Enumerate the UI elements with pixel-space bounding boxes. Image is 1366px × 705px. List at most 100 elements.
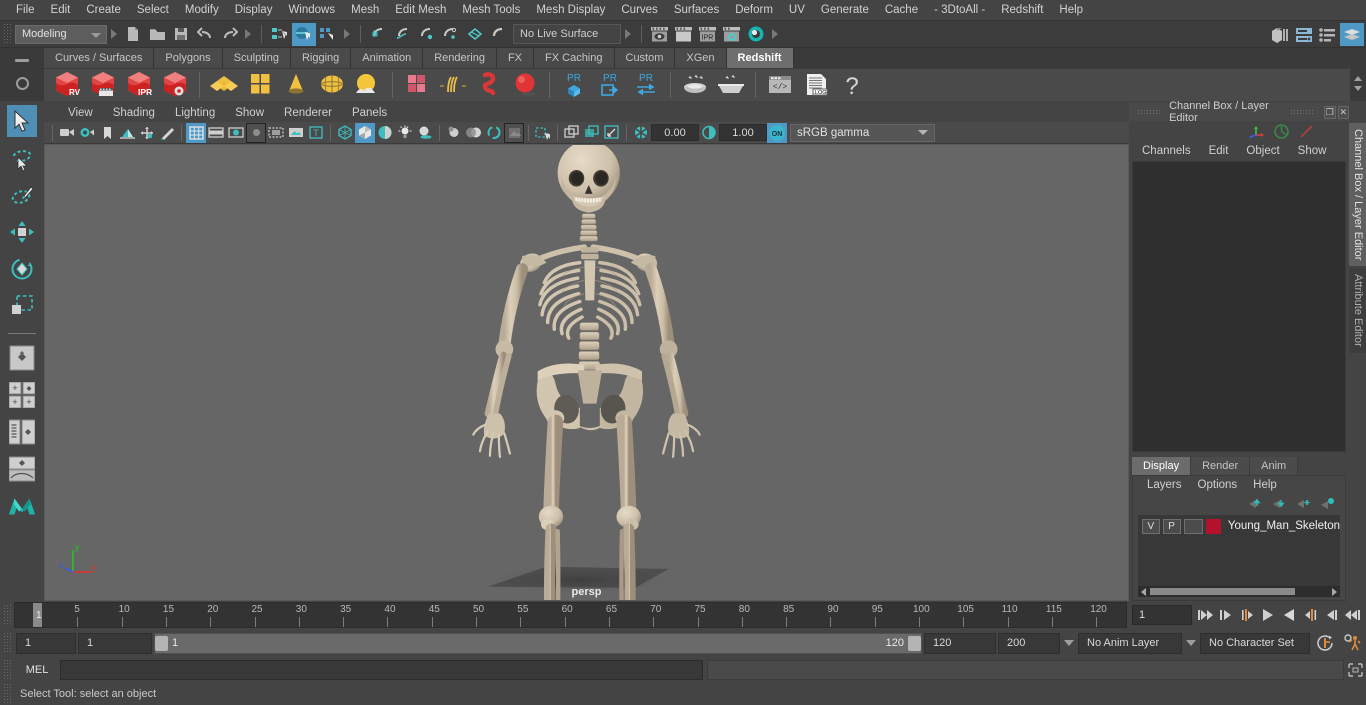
menu-modify[interactable]: Modify [177, 0, 227, 20]
command-input[interactable] [60, 660, 703, 680]
ipr-render-icon[interactable]: IPR [696, 23, 720, 46]
scrollbar-thumb[interactable] [1150, 588, 1295, 595]
create-new-layer-icon[interactable] [1296, 497, 1311, 510]
scroll-right-icon[interactable] [1332, 587, 1337, 596]
film-gate-icon[interactable] [206, 123, 226, 143]
show-hide-attribute-editor-icon[interactable] [1292, 23, 1316, 46]
exposure-icon[interactable] [286, 123, 306, 143]
shadows-icon[interactable] [415, 123, 435, 143]
menu-cache[interactable]: Cache [877, 0, 926, 20]
shelf-tab-fx-caching[interactable]: FX Caching [534, 48, 615, 68]
character-set-dropdown-arrow[interactable] [1184, 640, 1198, 646]
channel-box-menu-object[interactable]: Object [1237, 145, 1288, 157]
scale-tool[interactable] [7, 290, 37, 322]
menu-help[interactable]: Help [1051, 0, 1091, 20]
shaded-wireframe-icon[interactable] [375, 123, 395, 143]
menu-edit-mesh[interactable]: Edit Mesh [387, 0, 454, 20]
paint-select-tool[interactable] [7, 179, 37, 211]
redshift-log-icon[interactable]: .LOG [799, 69, 833, 101]
aperture-icon[interactable] [631, 123, 651, 143]
list-item[interactable]: V P Young_Man_Skeleton [1138, 517, 1340, 535]
shelf-scroll-arrows[interactable] [1350, 48, 1366, 101]
range-slider-grip[interactable] [3, 632, 12, 654]
shelf-options-gear-icon[interactable] [15, 77, 29, 91]
go-to-start-icon[interactable] [1195, 604, 1215, 626]
menu-uv[interactable]: UV [781, 0, 813, 20]
auto-key-icon[interactable] [1312, 632, 1338, 654]
snap-to-view-plane-icon[interactable] [463, 23, 487, 46]
vtab-channel-box-layer-editor[interactable]: Channel Box / Layer Editor [1349, 123, 1366, 267]
redshift-volume-icon[interactable] [472, 69, 506, 101]
screen-space-ao-icon[interactable] [444, 123, 464, 143]
menu-generate[interactable]: Generate [813, 0, 877, 20]
xray-joints-icon[interactable] [562, 123, 582, 143]
redshift-render-settings-icon[interactable] [158, 69, 192, 101]
shelf-scroll-down-icon[interactable] [1354, 86, 1362, 91]
render-settings-icon[interactable] [720, 23, 744, 46]
status-divider-3[interactable] [624, 25, 632, 43]
redshift-pr-object-icon[interactable]: PR [557, 69, 591, 101]
menu-mesh-tools[interactable]: Mesh Tools [454, 0, 528, 20]
film-origin-icon[interactable] [266, 123, 286, 143]
show-hide-channel-box-icon[interactable] [1340, 23, 1364, 46]
snap-to-projected-center-icon[interactable] [439, 23, 463, 46]
menu-edit[interactable]: Edit [43, 0, 79, 20]
camera-attributes-icon[interactable] [77, 123, 97, 143]
menu-mesh-display[interactable]: Mesh Display [528, 0, 613, 20]
status-divider-1[interactable] [244, 25, 252, 43]
shelf-scroll-up-icon[interactable] [1354, 76, 1362, 81]
channel-box-menu-show[interactable]: Show [1289, 145, 1336, 157]
layer-shading-toggle[interactable] [1183, 518, 1203, 534]
redshift-render-sequence-icon[interactable] [86, 69, 120, 101]
move-layer-up-icon[interactable] [1248, 497, 1263, 510]
save-scene-icon[interactable] [169, 23, 193, 46]
redshift-texture-icon[interactable] [243, 69, 277, 101]
shelf-tab-rigging[interactable]: Rigging [290, 48, 352, 68]
shelf-tab-rendering[interactable]: Rendering [423, 48, 497, 68]
resolution-gate-icon[interactable] [226, 123, 246, 143]
viewport-menu-lighting[interactable]: Lighting [165, 107, 225, 119]
persp-graph-layout[interactable] [7, 453, 37, 485]
menu-redshift[interactable]: Redshift [993, 0, 1051, 20]
channel-box-transform-icon[interactable] [1248, 124, 1265, 139]
gate-mask-icon[interactable] [246, 122, 266, 143]
step-back-frame-icon[interactable] [1237, 604, 1257, 626]
menu-3dtoall[interactable]: - 3DtoAll - [926, 0, 993, 20]
redshift-material-icon[interactable] [207, 69, 241, 101]
redo-icon[interactable] [217, 23, 241, 46]
layer-tab-display[interactable]: Display [1132, 457, 1192, 475]
anim-layer-field[interactable]: No Anim Layer [1078, 632, 1182, 654]
single-perspective-layout[interactable] [7, 342, 37, 374]
color-management-icon[interactable]: ON [767, 122, 787, 143]
panel-grip-right[interactable] [1290, 109, 1315, 115]
select-tool[interactable] [7, 105, 37, 137]
image-plane-icon[interactable] [117, 123, 137, 143]
live-surface-field[interactable]: No Live Surface [513, 24, 621, 44]
viewport-menu-renderer[interactable]: Renderer [274, 107, 342, 119]
move-layer-down-icon[interactable] [1272, 497, 1287, 510]
redshift-bake-set-icon[interactable] [714, 69, 748, 101]
layer-tab-anim[interactable]: Anim [1250, 457, 1299, 475]
redshift-cone-light-icon[interactable] [279, 69, 313, 101]
shelf-tab-redshift[interactable]: Redshift [726, 48, 794, 68]
gamma-field[interactable]: 1.00 [719, 124, 767, 141]
layer-tab-render[interactable]: Render [1191, 457, 1251, 475]
status-line-grip[interactable] [3, 23, 12, 45]
exposure-field[interactable]: 0.00 [651, 124, 699, 141]
menu-deform[interactable]: Deform [727, 0, 781, 20]
toolbar-collapse-divider[interactable] [110, 25, 118, 43]
step-forward-keyframe-icon[interactable] [1321, 604, 1341, 626]
smooth-shade-icon[interactable] [355, 122, 375, 143]
command-line-grip[interactable] [3, 659, 12, 681]
channel-box-keyable-icon[interactable] [1298, 124, 1315, 139]
layer-list-hscrollbar[interactable] [1138, 586, 1340, 597]
shelf-tab-curves-surfaces[interactable]: Curves / Surfaces [44, 48, 155, 68]
redshift-environment-icon[interactable] [351, 69, 385, 101]
menu-select[interactable]: Select [129, 0, 177, 20]
select-by-component-icon[interactable] [316, 23, 340, 46]
move-tool[interactable] [7, 216, 37, 248]
show-hide-tool-settings-icon[interactable] [1316, 23, 1340, 46]
layer-menu-options[interactable]: Options [1190, 479, 1246, 491]
go-to-end-icon[interactable] [1342, 604, 1362, 626]
redshift-pr-export-icon[interactable]: PR [593, 69, 627, 101]
